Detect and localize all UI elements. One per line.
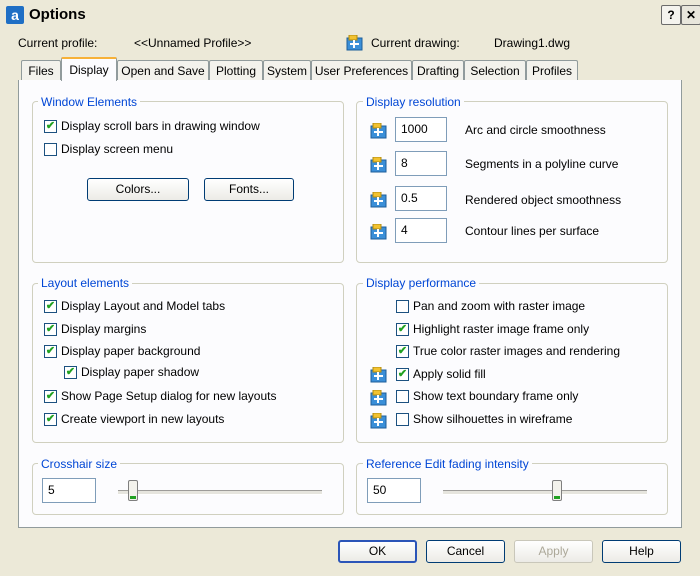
- drawing-saved-icon: [370, 157, 387, 173]
- highlight-raster-frame-checkbox[interactable]: ✔: [396, 323, 409, 336]
- page-setup-dialog-label: Show Page Setup dialog for new layouts: [61, 389, 277, 403]
- tab-selection[interactable]: Selection: [464, 60, 526, 80]
- tab-system[interactable]: System: [263, 60, 311, 80]
- crosshair-size-input[interactable]: 5: [42, 478, 96, 503]
- reference-edit-slider-thumb[interactable]: [551, 480, 562, 501]
- colors-button[interactable]: Colors...: [87, 178, 189, 201]
- profile-label: Current profile:: [18, 36, 98, 50]
- apply-solid-fill-checkbox[interactable]: ✔: [396, 368, 409, 381]
- layout-elements-title: Layout elements: [38, 276, 133, 290]
- display-performance-title: Display performance: [363, 276, 480, 290]
- screen-menu-checkbox[interactable]: [44, 143, 57, 156]
- tab-display[interactable]: Display: [61, 57, 117, 81]
- rendered-smoothness-input[interactable]: 0.5: [395, 186, 447, 211]
- margins-checkbox[interactable]: ✔: [44, 323, 57, 336]
- apply-button[interactable]: Apply: [514, 540, 593, 563]
- crosshair-slider-thumb[interactable]: [127, 480, 138, 501]
- window-title: Options: [29, 6, 86, 23]
- drawing-saved-icon: [370, 367, 387, 383]
- page-setup-dialog-checkbox[interactable]: ✔: [44, 390, 57, 403]
- paper-shadow-checkbox[interactable]: ✔: [64, 366, 77, 379]
- silhouettes-checkbox[interactable]: [396, 413, 409, 426]
- layout-model-tabs-label: Display Layout and Model tabs: [61, 299, 226, 313]
- contour-lines-input[interactable]: 4: [395, 218, 447, 243]
- cancel-button[interactable]: Cancel: [426, 540, 505, 563]
- silhouettes-label: Show silhouettes in wireframe: [413, 412, 573, 426]
- close-icon[interactable]: ✕: [681, 5, 700, 25]
- crosshair-size-title: Crosshair size: [38, 457, 121, 471]
- drawing-label: Current drawing:: [371, 36, 460, 50]
- crosshair-slider-track[interactable]: [118, 490, 322, 495]
- reference-edit-input[interactable]: 50: [367, 478, 421, 503]
- scroll-bars-checkbox[interactable]: ✔: [44, 120, 57, 133]
- rendered-smoothness-label: Rendered object smoothness: [465, 193, 622, 207]
- text-boundary-label: Show text boundary frame only: [413, 389, 579, 403]
- polyline-segments-input[interactable]: 8: [395, 151, 447, 176]
- drawing-saved-icon: [370, 413, 387, 429]
- reference-edit-slider-track[interactable]: [443, 490, 647, 495]
- display-resolution-title: Display resolution: [363, 95, 464, 109]
- true-color-raster-label: True color raster images and rendering: [413, 344, 620, 358]
- help-button[interactable]: Help: [602, 540, 681, 563]
- help-icon[interactable]: ?: [661, 5, 681, 25]
- arc-smoothness-input[interactable]: 1000: [395, 117, 447, 142]
- drawing-saved-icon: [370, 192, 387, 208]
- paper-background-label: Display paper background: [61, 344, 201, 358]
- reference-edit-title: Reference Edit fading intensity: [363, 457, 532, 471]
- fonts-button[interactable]: Fonts...: [204, 178, 294, 201]
- scroll-bars-label: Display scroll bars in drawing window: [61, 119, 260, 133]
- autocad-icon: a: [6, 6, 24, 24]
- drawing-saved-icon: [370, 123, 387, 139]
- polyline-segments-label: Segments in a polyline curve: [465, 157, 619, 171]
- pan-zoom-raster-checkbox[interactable]: [396, 300, 409, 313]
- create-viewport-label: Create viewport in new layouts: [61, 412, 225, 426]
- tab-user-preferences[interactable]: User Preferences: [311, 60, 412, 80]
- title-bar: [0, 0, 700, 30]
- tab-open-and-save[interactable]: Open and Save: [117, 60, 209, 80]
- margins-label: Display margins: [61, 322, 147, 336]
- contour-lines-label: Contour lines per surface: [465, 224, 600, 238]
- create-viewport-checkbox[interactable]: ✔: [44, 413, 57, 426]
- tab-profiles[interactable]: Profiles: [526, 60, 578, 80]
- pan-zoom-raster-label: Pan and zoom with raster image: [413, 299, 586, 313]
- highlight-raster-frame-label: Highlight raster image frame only: [413, 322, 590, 336]
- tab-plotting[interactable]: Plotting: [209, 60, 263, 80]
- tab-drafting[interactable]: Drafting: [412, 60, 464, 80]
- paper-shadow-label: Display paper shadow: [81, 365, 200, 379]
- layout-model-tabs-checkbox[interactable]: ✔: [44, 300, 57, 313]
- window-elements-title: Window Elements: [38, 95, 141, 109]
- screen-menu-label: Display screen menu: [61, 142, 174, 156]
- arc-smoothness-label: Arc and circle smoothness: [465, 123, 606, 137]
- tab-files[interactable]: Files: [21, 60, 61, 80]
- profile-value: <<Unnamed Profile>>: [134, 36, 252, 50]
- drawing-saved-icon: [370, 224, 387, 240]
- apply-solid-fill-label: Apply solid fill: [413, 367, 486, 381]
- drawing-saved-icon: [370, 390, 387, 406]
- paper-background-checkbox[interactable]: ✔: [44, 345, 57, 358]
- text-boundary-checkbox[interactable]: [396, 390, 409, 403]
- ok-button[interactable]: OK: [338, 540, 417, 563]
- drawing-saved-icon: [346, 35, 363, 51]
- drawing-value: Drawing1.dwg: [494, 36, 571, 50]
- true-color-raster-checkbox[interactable]: ✔: [396, 345, 409, 358]
